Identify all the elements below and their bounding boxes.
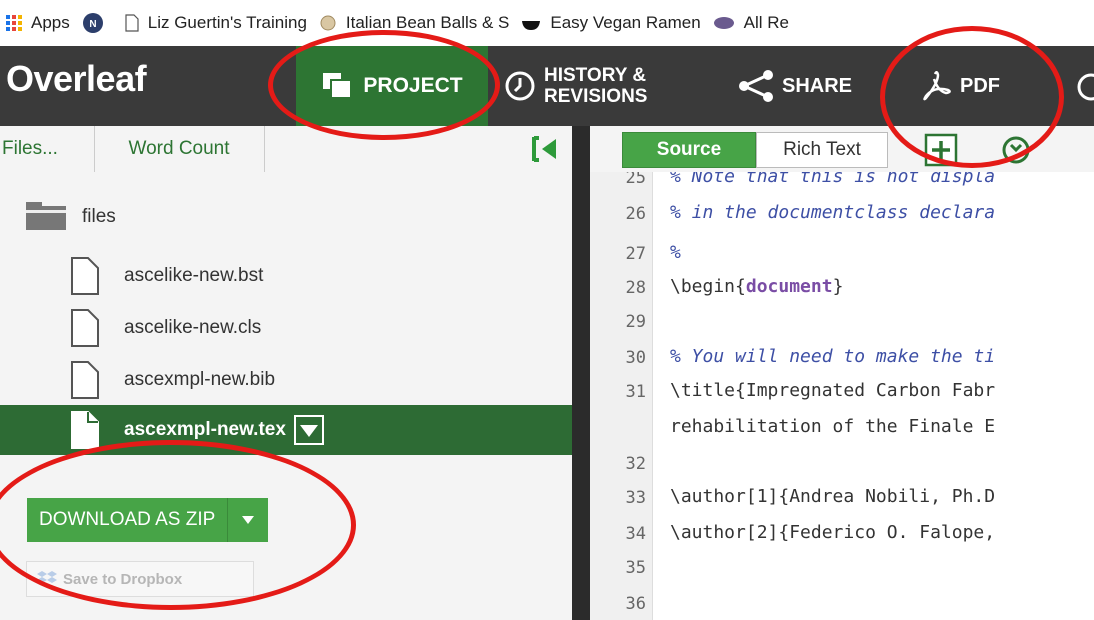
bookmark-training[interactable]: Liz Guertin's Training xyxy=(125,13,307,33)
overleaf-toolbar: Overleaf PROJECT HISTORY & REVISIONS SHA… xyxy=(0,46,1094,126)
history-icon[interactable] xyxy=(1002,136,1030,164)
nih-logo-icon: N xyxy=(82,13,103,33)
share-button[interactable]: SHARE xyxy=(738,46,878,126)
bookmark-label: Italian Bean Balls & S xyxy=(345,13,510,32)
line-number: 25 xyxy=(625,172,646,188)
download-zip-button[interactable]: DOWNLOAD AS ZIP xyxy=(27,498,228,542)
file-item[interactable]: ascelike-new.cls xyxy=(70,308,570,348)
apps-grid-icon xyxy=(6,15,22,31)
file-icon xyxy=(71,309,99,347)
bookmark-label: Easy Vegan Ramen xyxy=(550,13,701,32)
line-number: 27 xyxy=(625,244,646,264)
file-tree: files ascelike-new.bst ascelike-new.cls … xyxy=(0,172,572,620)
line-number: 33 xyxy=(625,488,646,508)
line-number: 35 xyxy=(625,558,646,578)
add-icon[interactable] xyxy=(924,133,958,167)
file-icon xyxy=(71,411,99,449)
copy-squares-icon xyxy=(323,73,353,99)
caret-down-icon xyxy=(242,516,255,524)
bookmark-nih[interactable]: N xyxy=(82,12,113,34)
bookmark-label: Liz Guertin's Training xyxy=(147,13,307,32)
pdf-icon xyxy=(923,71,951,101)
tab-rich-text[interactable]: Rich Text xyxy=(756,132,888,168)
tab-source[interactable]: Source xyxy=(622,132,756,168)
history-revisions-button[interactable]: HISTORY & REVISIONS xyxy=(504,46,704,126)
recipe-icon xyxy=(320,15,336,31)
globe-icon xyxy=(713,17,734,29)
svg-text:N: N xyxy=(89,19,96,30)
download-group: DOWNLOAD AS ZIP xyxy=(27,498,269,542)
file-menu-caret-icon[interactable] xyxy=(293,415,324,445)
code-line: % Note that this is not displa xyxy=(670,172,996,187)
editor-toolbar: Source Rich Text xyxy=(590,126,1094,173)
code-line: \author[1]{Andrea Nobili, Ph.D xyxy=(670,486,996,507)
code-editor[interactable]: 25 26 27 28 29 30 31 32 33 34 35 36 % No… xyxy=(590,172,1094,620)
panel-divider[interactable] xyxy=(572,126,590,620)
bookmark-ramen[interactable]: Easy Vegan Ramen xyxy=(521,13,701,33)
files-menu-button[interactable]: Files... xyxy=(0,126,95,172)
line-number: 31 xyxy=(625,382,646,402)
folder-icon xyxy=(26,202,66,230)
folder-files[interactable]: files xyxy=(26,202,116,232)
line-number: 32 xyxy=(625,454,646,474)
file-item[interactable]: ascelike-new.bst xyxy=(70,256,570,296)
file-item-active[interactable]: ascexmpl-new.tex xyxy=(0,405,572,455)
line-number: 26 xyxy=(625,204,646,224)
word-count-button[interactable]: Word Count xyxy=(94,126,265,172)
code-line: % You will need to make the ti xyxy=(670,346,996,367)
file-tree-toolbar: Files... Word Count xyxy=(0,126,572,173)
download-options-button[interactable] xyxy=(227,498,269,542)
bookmarks-bar: Apps N Liz Guertin's Training Italian Be… xyxy=(0,0,1094,46)
code-line: rehabilitation of the Finale E xyxy=(670,416,996,437)
save-to-dropbox-button[interactable]: Save to Dropbox xyxy=(26,561,254,597)
line-number: 30 xyxy=(625,348,646,368)
pdf-button[interactable]: PDF xyxy=(922,46,1042,126)
line-number: 29 xyxy=(625,312,646,332)
project-button[interactable]: PROJECT xyxy=(296,46,488,126)
line-number-gutter: 25 26 27 28 29 30 31 32 33 34 35 36 xyxy=(590,172,653,620)
bookmark-allre[interactable]: All Re xyxy=(713,13,789,33)
code-line: \title{Impregnated Carbon Fabr xyxy=(670,380,996,401)
share-icon xyxy=(739,70,773,102)
clock-icon xyxy=(505,71,535,101)
line-number: 28 xyxy=(625,278,646,298)
dropbox-icon xyxy=(37,571,57,583)
overleaf-logo[interactable]: Overleaf xyxy=(6,58,147,100)
collapse-panel-icon[interactable] xyxy=(530,135,560,163)
code-line: \begin{document} xyxy=(670,276,844,297)
bowl-icon xyxy=(522,21,541,30)
code-line: % xyxy=(670,242,681,263)
bookmark-apps[interactable]: Apps xyxy=(0,13,70,33)
file-icon xyxy=(71,361,99,399)
bookmark-bean-balls[interactable]: Italian Bean Balls & S xyxy=(319,13,509,33)
code-line: % in the documentclass declara xyxy=(670,202,996,223)
line-number: 34 xyxy=(625,524,646,544)
page-icon xyxy=(125,14,139,32)
file-item[interactable]: ascexmpl-new.bib xyxy=(70,360,570,400)
bookmark-label: All Re xyxy=(743,13,790,32)
code-line: \author[2]{Federico O. Falope, xyxy=(670,522,996,543)
line-number: 36 xyxy=(625,594,646,614)
more-circle-icon[interactable] xyxy=(1076,72,1094,102)
file-icon xyxy=(71,257,99,295)
bookmark-label: Apps xyxy=(31,13,70,32)
